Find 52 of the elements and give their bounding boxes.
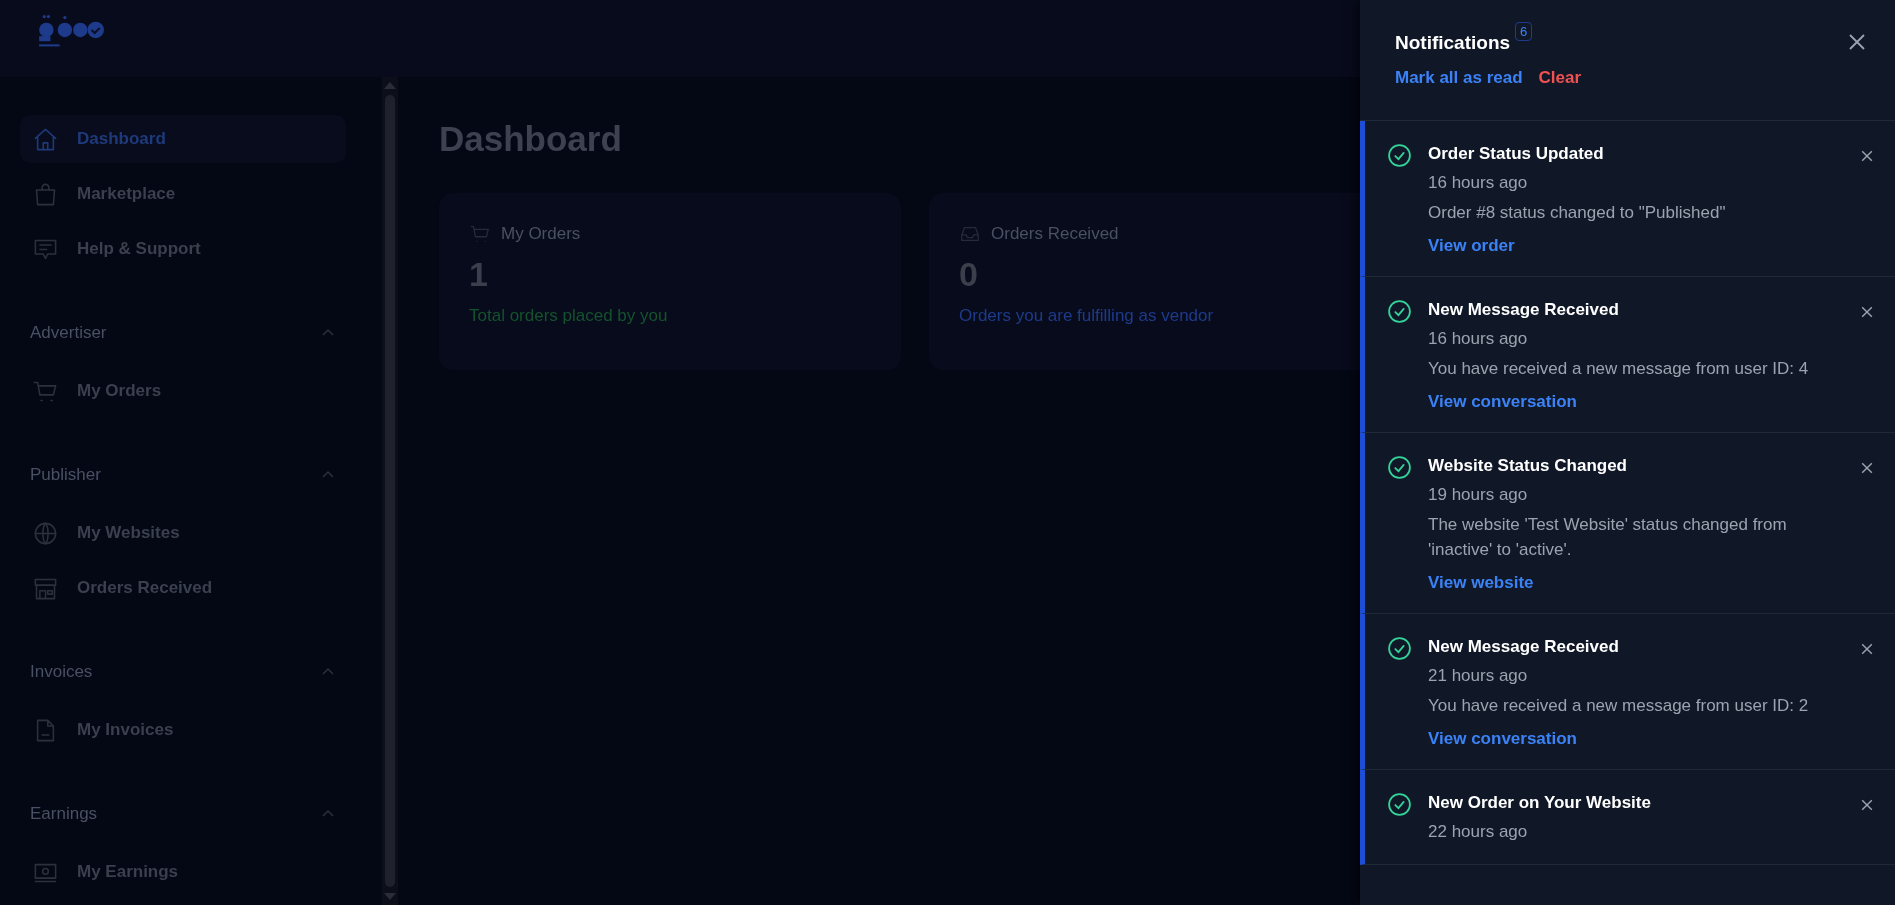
check-circle-icon [1387,143,1412,168]
card-label: Orders Received [991,224,1119,244]
notification-time: 22 hours ago [1428,821,1529,843]
close-icon[interactable] [1859,797,1875,813]
section-heading: Earnings [30,804,98,824]
nav-item[interactable]: My Invoices [20,706,346,754]
panel-title: Notifications [1395,32,1511,54]
notification-title: New Message Received [1428,299,1620,321]
notification-time: 19 hours ago [1428,484,1529,506]
notification-time: 16 hours ago [1428,328,1529,350]
close-icon[interactable] [1859,304,1875,320]
notification-message: You have received a new message from user ID: 2 [1428,695,1809,717]
nav-item[interactable]: Dashboard [20,115,346,163]
card-caption: Total orders placed by you [469,306,669,326]
check-circle-icon [1387,455,1412,480]
card-caption: Orders you are fulfilling as vendor [959,306,1215,326]
nav-item[interactable]: My Earnings [20,848,346,896]
scrollbar[interactable] [382,77,398,905]
check-circle-icon [1387,299,1412,324]
nav-item[interactable]: Help & Support [20,225,346,273]
card-label: My Orders [501,224,581,244]
nav-item[interactable]: My Websites [20,509,346,557]
close-icon[interactable] [1859,148,1875,164]
notification-message: You have received a new message from user ID: 4 [1428,358,1809,380]
check-circle-icon [1387,792,1412,817]
close-icon[interactable] [1847,32,1867,52]
notification-message: The website 'Test Website' status changed from 'inactive' to 'active'. [1428,514,1788,561]
notification-time: 16 hours ago [1428,172,1529,194]
mark-all-read-link[interactable]: Mark all as read [1395,68,1523,88]
clear-link[interactable]: Clear [1538,68,1582,88]
notification-title: New Message Received [1428,636,1620,658]
notification-link[interactable]: View conversation [1428,392,1577,411]
nav-item[interactable]: Marketplace [20,170,346,218]
notification-title: Website Status Changed [1428,455,1628,477]
section-heading: Invoices [30,662,93,682]
cart-icon [469,223,491,245]
nav-item[interactable]: Orders Received [20,564,346,612]
section-heading: Advertiser [30,323,107,343]
notification-title: Order Status Updated [1428,143,1605,165]
notification-link[interactable]: View order [1428,236,1515,255]
close-icon[interactable] [1859,460,1875,476]
notification-link[interactable]: View conversation [1428,729,1577,748]
notification-title: New Order on Your Website [1428,792,1651,814]
notification-message: Order #8 status changed to "Published" [1428,202,1726,224]
notification-link[interactable]: View website [1428,573,1534,592]
section-heading: Publisher [30,465,101,485]
page-title: Dashboard [439,119,622,159]
close-icon[interactable] [1859,641,1875,657]
check-circle-icon [1387,636,1412,661]
nav-item[interactable]: My Orders [20,367,346,415]
notification-time: 21 hours ago [1428,665,1529,687]
count-badge: 6 [1515,22,1533,41]
